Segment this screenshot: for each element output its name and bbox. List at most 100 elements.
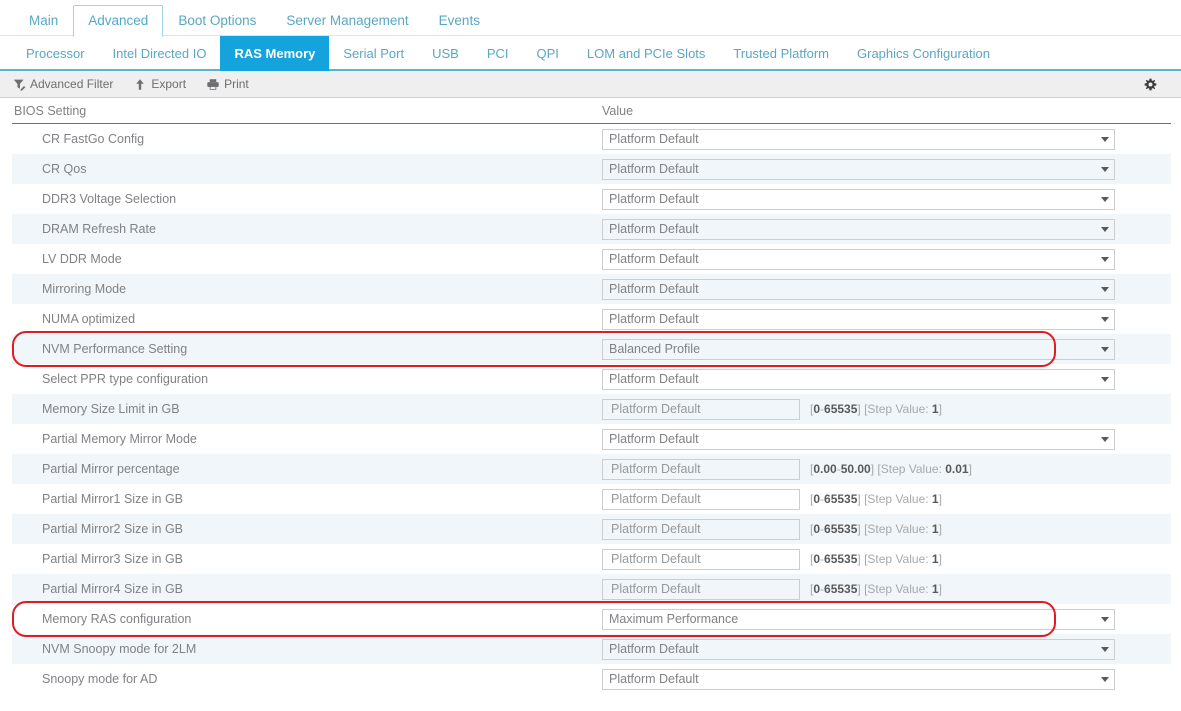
- primary-tab-main[interactable]: Main: [14, 5, 73, 36]
- dropdown-selected-value: Platform Default: [609, 282, 699, 296]
- secondary-tab-serial-port[interactable]: Serial Port: [329, 36, 418, 71]
- caret-triangle: [1101, 646, 1109, 652]
- dropdown-selected-value: Platform Default: [609, 432, 699, 446]
- step-value-label: Step Value:: [880, 462, 942, 476]
- print-button[interactable]: Print: [206, 77, 249, 91]
- chevron-down-icon[interactable]: [1096, 346, 1114, 352]
- caret-triangle: [1101, 376, 1109, 382]
- setting-name: Partial Mirror3 Size in GB: [42, 552, 184, 566]
- caret-triangle: [1101, 256, 1109, 262]
- export-label: Export: [151, 77, 187, 91]
- dropdown-selected-value: Platform Default: [609, 192, 699, 206]
- chevron-down-icon[interactable]: [1096, 436, 1114, 442]
- secondary-tab-trusted-platform[interactable]: Trusted Platform: [719, 36, 843, 71]
- table-row: NVM Performance Setting Balanced Profile: [12, 334, 1171, 364]
- value-dropdown[interactable]: Platform Default: [602, 158, 1115, 180]
- setting-name: Partial Mirror1 Size in GB: [42, 492, 184, 506]
- table-row: Memory RAS configuration Maximum Performa…: [12, 604, 1171, 634]
- step-value: 0.01: [945, 462, 969, 476]
- setting-name: LV DDR Mode: [42, 252, 122, 266]
- secondary-tab-lom-and-pcie-slots[interactable]: LOM and PCIe Slots: [573, 36, 720, 71]
- chevron-down-icon[interactable]: [1096, 376, 1114, 382]
- setting-name: DDR3 Voltage Selection: [42, 192, 177, 206]
- caret-triangle: [1101, 616, 1109, 622]
- secondary-tab-pci[interactable]: PCI: [473, 36, 523, 71]
- value-dropdown[interactable]: Platform Default: [602, 128, 1115, 150]
- value-dropdown[interactable]: Platform Default: [602, 278, 1115, 300]
- value-text-input[interactable]: Platform Default: [602, 578, 800, 600]
- setting-value-cell: Platform Default [0.00-50.00] [Step Value…: [597, 458, 1171, 480]
- value-dropdown[interactable]: Platform Default: [602, 428, 1115, 450]
- chevron-down-icon[interactable]: [1096, 196, 1114, 202]
- chevron-down-icon[interactable]: [1096, 646, 1114, 652]
- setting-name: NVM Performance Setting: [42, 342, 188, 356]
- value-dropdown[interactable]: Platform Default: [602, 188, 1115, 210]
- setting-value-cell: Platform Default: [597, 188, 1171, 210]
- value-text-input[interactable]: Platform Default: [602, 458, 800, 480]
- value-dropdown[interactable]: Maximum Performance: [602, 608, 1115, 630]
- advanced-filter-button[interactable]: Advanced Filter: [12, 77, 113, 91]
- range-min: 0: [813, 552, 821, 566]
- value-dropdown[interactable]: Platform Default: [602, 218, 1115, 240]
- setting-name: Mirroring Mode: [42, 282, 127, 296]
- setting-value-cell: Platform Default: [597, 428, 1171, 450]
- step-value-label: Step Value:: [867, 582, 929, 596]
- value-text-input[interactable]: Platform Default: [602, 488, 800, 510]
- gear-icon[interactable]: [1141, 75, 1159, 93]
- secondary-tab-qpi[interactable]: QPI: [523, 36, 573, 71]
- chevron-down-icon[interactable]: [1096, 286, 1114, 292]
- step-value: 1: [931, 492, 939, 506]
- range-max: 50.00: [840, 462, 871, 476]
- value-dropdown[interactable]: Platform Default: [602, 308, 1115, 330]
- range-max: 65535: [824, 402, 858, 416]
- value-dropdown[interactable]: Platform Default: [602, 248, 1115, 270]
- primary-tab-events[interactable]: Events: [424, 5, 495, 36]
- caret-triangle: [1101, 436, 1109, 442]
- export-button[interactable]: Export: [133, 77, 186, 91]
- table-body: CR FastGo Config Platform Default CR Qos Pl…: [12, 124, 1171, 694]
- caret-triangle: [1101, 286, 1109, 292]
- secondary-tab-processor[interactable]: Processor: [12, 36, 99, 71]
- setting-name: Memory RAS configuration: [42, 612, 192, 626]
- secondary-tab-ras-memory[interactable]: RAS Memory: [220, 36, 330, 71]
- chevron-down-icon[interactable]: [1096, 136, 1114, 142]
- value-text-input[interactable]: Platform Default: [602, 398, 800, 420]
- table-row: Partial Mirror percentage Platform Defaul…: [12, 454, 1171, 484]
- step-value: 1: [931, 582, 939, 596]
- print-label: Print: [224, 77, 249, 91]
- chevron-down-icon[interactable]: [1096, 226, 1114, 232]
- dropdown-selected-value: Balanced Profile: [609, 342, 701, 356]
- table-row: Partial Mirror1 Size in GB Platform Defau…: [12, 484, 1171, 514]
- secondary-tab-intel-directed-io[interactable]: Intel Directed IO: [99, 36, 221, 71]
- input-placeholder: Platform Default: [611, 462, 701, 476]
- secondary-tab-bar: Processor Intel Directed IO RAS Memory Seri…: [0, 36, 1181, 71]
- value-dropdown[interactable]: Balanced Profile: [602, 338, 1115, 360]
- primary-tab-server-management[interactable]: Server Management: [271, 5, 423, 36]
- range-min: 0: [813, 522, 821, 536]
- setting-value-cell: Platform Default: [597, 278, 1171, 300]
- setting-name: NUMA optimized: [42, 312, 136, 326]
- chevron-down-icon[interactable]: [1096, 616, 1114, 622]
- primary-tab-advanced[interactable]: Advanced: [73, 5, 164, 37]
- value-dropdown[interactable]: Platform Default: [602, 638, 1115, 660]
- primary-tab-boot-options[interactable]: Boot Options: [163, 5, 271, 36]
- chevron-down-icon[interactable]: [1096, 166, 1114, 172]
- value-dropdown[interactable]: Platform Default: [602, 668, 1115, 690]
- caret-triangle: [1101, 316, 1109, 322]
- chevron-down-icon[interactable]: [1096, 316, 1114, 322]
- bios-settings-table: BIOS Setting Value CR FastGo Config Platf…: [0, 98, 1181, 694]
- step-value: 1: [931, 552, 939, 566]
- chevron-down-icon[interactable]: [1096, 256, 1114, 262]
- secondary-tab-graphics-configuration[interactable]: Graphics Configuration: [843, 36, 1004, 71]
- advanced-filter-label: Advanced Filter: [30, 77, 114, 91]
- table-header-row: BIOS Setting Value: [12, 98, 1171, 124]
- step-value: 1: [931, 402, 939, 416]
- secondary-tab-usb[interactable]: USB: [418, 36, 473, 71]
- table-row: Partial Mirror4 Size in GB Platform Defau…: [12, 574, 1171, 604]
- column-header-bios-setting: BIOS Setting: [14, 103, 87, 118]
- dropdown-selected-value: Platform Default: [609, 312, 699, 326]
- value-text-input[interactable]: Platform Default: [602, 548, 800, 570]
- chevron-down-icon[interactable]: [1096, 676, 1114, 682]
- value-dropdown[interactable]: Platform Default: [602, 368, 1115, 390]
- value-text-input[interactable]: Platform Default: [602, 518, 800, 540]
